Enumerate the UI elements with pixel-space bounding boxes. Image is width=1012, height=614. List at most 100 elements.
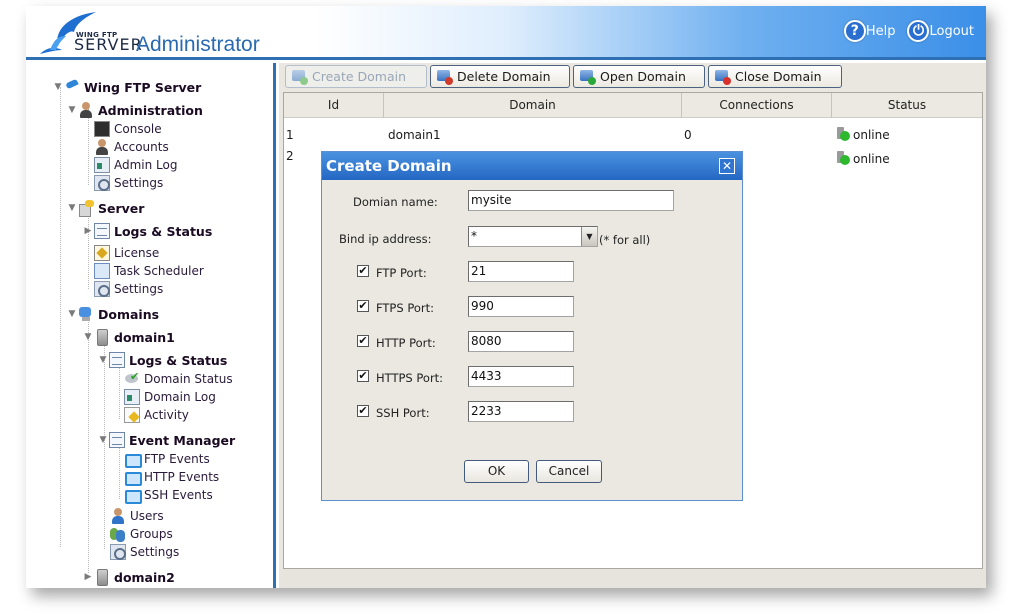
list-icon — [94, 223, 110, 239]
close-domain-button[interactable]: Close Domain — [708, 65, 842, 88]
chevron-down-icon[interactable]: ▼ — [581, 227, 597, 246]
domain-icon — [94, 569, 110, 586]
groups-icon — [110, 526, 126, 542]
tree-item-ssh-events[interactable]: SSH Events — [124, 486, 213, 504]
ssh-port-checkbox[interactable]: ✔ — [357, 405, 369, 417]
domain-name-input[interactable]: mysite — [468, 190, 674, 211]
tree-item-domain1[interactable]: ▼ domain1 — [82, 328, 175, 346]
event-icon — [124, 469, 142, 486]
ok-button[interactable]: OK — [464, 460, 529, 483]
tree-guide — [60, 87, 61, 547]
tree-item-admin-settings[interactable]: Settings — [94, 174, 163, 192]
ftps-port-label: FTPS Port: — [376, 301, 434, 315]
settings-icon — [110, 544, 126, 560]
expand-toggle[interactable]: ▼ — [66, 203, 78, 213]
open-domain-button[interactable]: Open Domain — [573, 65, 705, 88]
tree-item-domain2[interactable]: ▶ domain2 — [82, 568, 175, 586]
cell-id: 1 — [286, 128, 294, 142]
column-header-id[interactable]: Id — [284, 93, 384, 118]
tree-item-groups[interactable]: Groups — [110, 525, 173, 543]
http-port-input[interactable]: 8080 — [468, 331, 574, 352]
expand-toggle[interactable]: ▼ — [66, 105, 78, 115]
tree-item-server-logs-status[interactable]: ▶ Logs & Status — [82, 222, 212, 240]
tree-item-administration[interactable]: ▼ Administration — [66, 101, 203, 119]
ftps-port-input[interactable]: 990 — [468, 296, 574, 317]
wing-ftp-icon — [64, 79, 80, 95]
collapse-toggle[interactable]: ▶ — [82, 226, 94, 236]
online-status-icon — [836, 127, 850, 141]
task-scheduler-icon — [94, 263, 110, 279]
list-icon — [109, 352, 125, 368]
column-header-connections[interactable]: Connections — [682, 93, 832, 118]
domain-name-label: Domian name: — [353, 195, 438, 209]
expand-toggle[interactable]: ▼ — [97, 435, 109, 445]
ftp-port-input[interactable]: 21 — [468, 261, 574, 282]
tree-item-domain-log[interactable]: Domain Log — [124, 388, 216, 406]
tree-item-users[interactable]: Users — [110, 507, 164, 525]
tree-item-server[interactable]: ▼ Server — [66, 199, 144, 217]
tree-item-activity[interactable]: Activity — [124, 406, 189, 424]
create-domain-button[interactable]: Create Domain — [285, 65, 427, 88]
bind-ip-value: * — [471, 229, 477, 243]
tree-guide — [88, 315, 89, 573]
logout-link[interactable]: ⏻ Logout — [907, 20, 974, 42]
dialog-title-bar[interactable]: Create Domain ✕ — [322, 152, 742, 180]
tree-item-console[interactable]: Console — [94, 120, 162, 138]
tree-item-ftp-events[interactable]: FTP Events — [124, 450, 210, 468]
grid-header: Id Domain Connections Status — [284, 93, 982, 118]
tree-item-admin-log[interactable]: Admin Log — [94, 156, 178, 174]
administrator-icon — [78, 102, 94, 118]
cancel-button[interactable]: Cancel — [536, 460, 602, 483]
close-domain-icon — [715, 69, 731, 85]
tree-guide — [88, 207, 89, 289]
cell-connections: 0 — [684, 128, 692, 142]
users-icon — [110, 508, 126, 524]
tree-item-wing-ftp-server[interactable]: ▼ Wing FTP Server — [52, 78, 202, 96]
bind-ip-select[interactable]: * ▼ — [468, 226, 598, 247]
https-port-checkbox[interactable]: ✔ — [357, 370, 369, 382]
http-port-label: HTTP Port: — [376, 336, 436, 350]
http-port-checkbox[interactable]: ✔ — [357, 335, 369, 347]
app-header: WING FTP SERVER Administrator ? Help ⏻ L… — [26, 6, 986, 60]
help-icon: ? — [843, 20, 866, 42]
tree-item-server-settings[interactable]: Settings — [94, 280, 163, 298]
column-header-status[interactable]: Status — [832, 93, 982, 118]
ftp-port-checkbox[interactable]: ✔ — [357, 265, 369, 277]
ssh-port-label: SSH Port: — [376, 406, 430, 420]
expand-toggle[interactable]: ▼ — [97, 355, 109, 365]
ftps-port-checkbox[interactable]: ✔ — [357, 300, 369, 312]
tree-item-task-scheduler[interactable]: Task Scheduler — [94, 262, 204, 280]
event-icon — [124, 487, 142, 504]
tree-item-domain-logs-status[interactable]: ▼ Logs & Status — [97, 351, 227, 369]
tree-item-accounts[interactable]: Accounts — [94, 138, 169, 156]
close-icon[interactable]: ✕ — [719, 158, 735, 174]
tree-item-event-manager[interactable]: ▼ Event Manager — [97, 431, 235, 449]
cell-domain: domain1 — [388, 128, 441, 142]
help-link[interactable]: ? Help — [843, 20, 895, 42]
create-domain-icon — [292, 69, 308, 85]
app-title: Administrator — [136, 33, 260, 56]
open-domain-icon — [580, 69, 596, 85]
tree-item-http-events[interactable]: HTTP Events — [124, 468, 219, 486]
settings-icon — [94, 281, 110, 297]
column-header-domain[interactable]: Domain — [384, 93, 682, 118]
tree-item-domains[interactable]: ▼ Domains — [66, 305, 160, 323]
domains-icon — [78, 306, 94, 322]
ssh-port-input[interactable]: 2233 — [468, 401, 574, 422]
power-icon: ⏻ — [907, 20, 930, 42]
server-icon — [78, 200, 94, 217]
delete-domain-button[interactable]: Delete Domain — [430, 65, 570, 88]
https-port-input[interactable]: 4433 — [468, 366, 574, 387]
settings-icon — [94, 175, 110, 191]
list-icon — [109, 432, 125, 448]
expand-toggle[interactable]: ▼ — [66, 309, 78, 319]
table-row[interactable]: 1 domain1 0 online — [284, 124, 982, 146]
tree-item-license[interactable]: License — [94, 244, 159, 262]
tree-item-domain-settings[interactable]: Settings — [110, 543, 179, 561]
expand-toggle[interactable]: ▼ — [82, 332, 94, 342]
license-key-icon — [94, 245, 110, 261]
accounts-icon — [94, 139, 110, 155]
expand-toggle[interactable]: ▼ — [52, 82, 64, 92]
tree-item-domain-status[interactable]: Domain Status — [124, 370, 233, 388]
collapse-toggle[interactable]: ▶ — [82, 572, 94, 582]
